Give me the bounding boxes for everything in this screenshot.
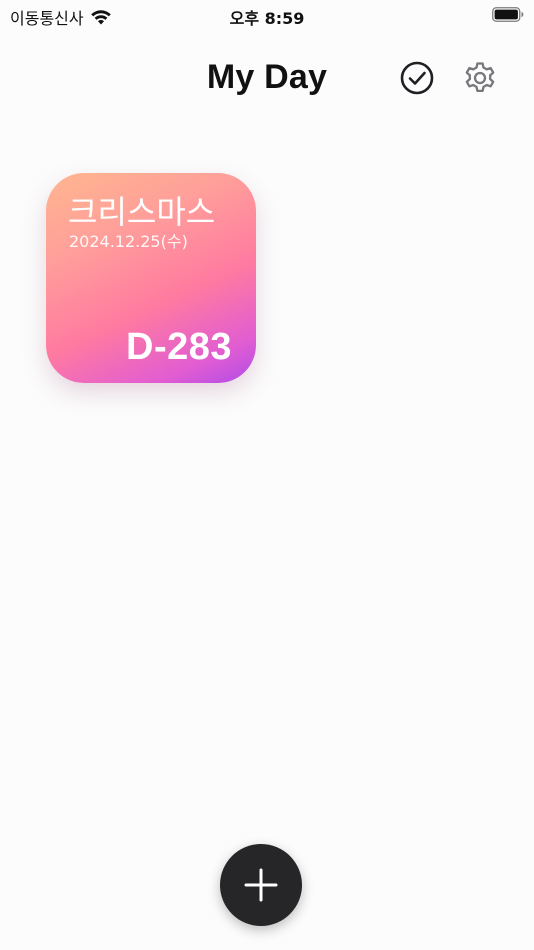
battery-icon	[492, 7, 524, 22]
event-title: 크리스마스	[68, 193, 216, 231]
check-circle-icon	[400, 61, 434, 95]
page-title: My Day	[206, 58, 328, 96]
completed-button[interactable]	[399, 60, 435, 96]
screen: 이동통신사 오후 8:59 My Day 크리스마스 2024.12.25(수)…	[0, 0, 534, 950]
event-date: 2024.12.25(수)	[69, 232, 188, 251]
event-card[interactable]: 크리스마스 2024.12.25(수) D-283	[46, 173, 256, 383]
header: My Day	[0, 50, 534, 110]
status-time: 오후 8:59	[229, 9, 305, 28]
event-card-background: 크리스마스 2024.12.25(수) D-283	[46, 173, 256, 383]
gear-icon	[465, 62, 495, 93]
add-event-button[interactable]	[220, 844, 302, 926]
status-bar: 이동통신사 오후 8:59	[0, 0, 534, 30]
settings-button[interactable]	[462, 60, 498, 96]
event-dday: D-283	[126, 326, 232, 368]
plus-icon	[244, 868, 278, 902]
